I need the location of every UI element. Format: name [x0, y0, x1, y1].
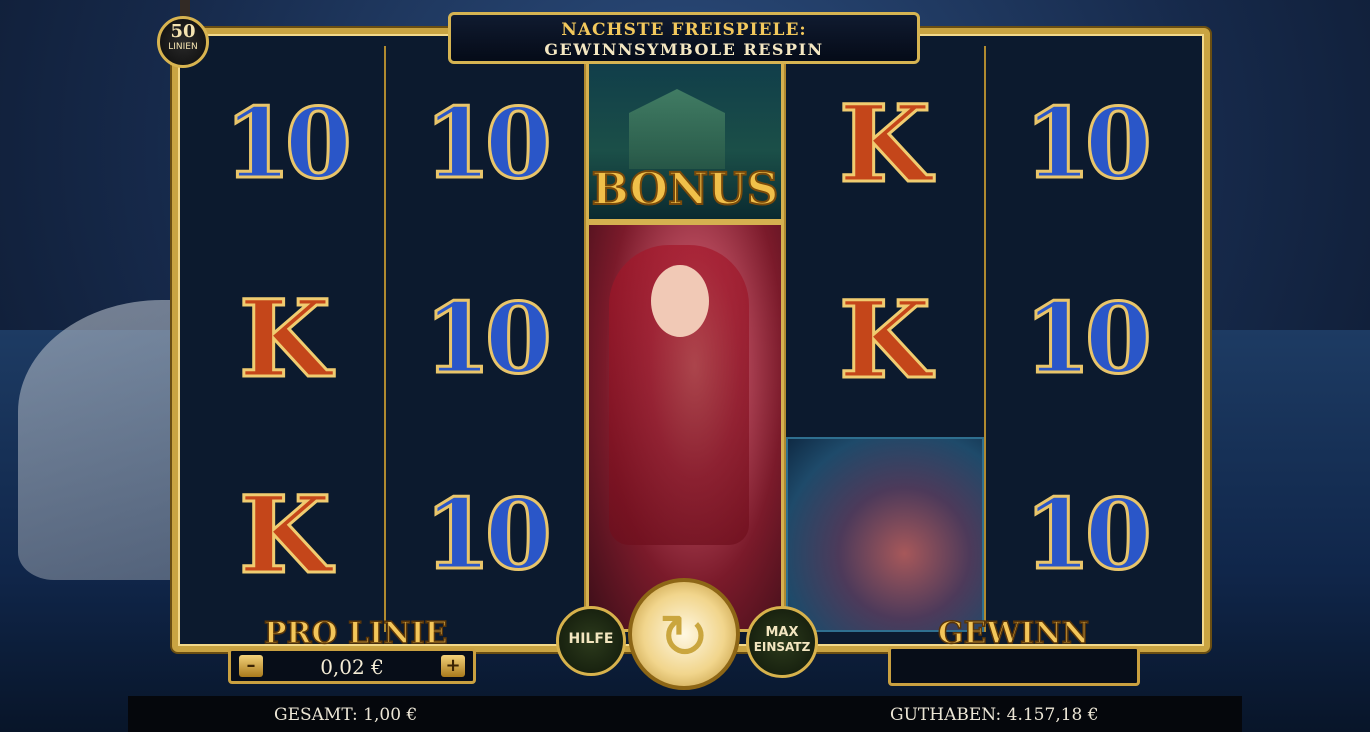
banner-subtitle: GEWINNSYMBOLE RESPIN	[544, 40, 824, 59]
lines-count: 50	[170, 21, 196, 42]
win-amount-box	[888, 646, 1140, 686]
spin-icon: ↻	[658, 600, 710, 673]
reel-4: K K	[786, 46, 986, 632]
spin-button[interactable]: ↻	[628, 578, 740, 690]
reel-3: BONUS	[586, 46, 786, 632]
pro-linie-label: PRO LINIE	[263, 615, 448, 652]
reel-1: 10 K K	[186, 46, 386, 632]
symbol-10: 10	[423, 476, 554, 592]
symbol-cell: 10	[386, 241, 584, 436]
help-label: HILFE	[568, 631, 614, 647]
bonus-symbol: BONUS	[586, 46, 784, 222]
bonus-label: BONUS	[591, 163, 780, 216]
reel-5: 10 10 10	[986, 46, 1184, 632]
symbol-cell: 10	[186, 46, 384, 241]
bet-per-line-value: 0,02 €	[320, 655, 384, 679]
symbol-10: 10	[1023, 476, 1154, 592]
mermaid-wild-symbol	[586, 222, 784, 632]
symbol-cell: K	[186, 437, 384, 632]
lines-badge: 50 LINIEN	[157, 16, 209, 68]
free-spins-banner: NACHSTE FREISPIELE: GEWINNSYMBOLE RESPIN	[448, 12, 920, 64]
symbol-k: K	[237, 275, 332, 403]
symbol-10: 10	[1023, 86, 1154, 202]
symbol-k: K	[837, 80, 932, 208]
bet-increase-button[interactable]: +	[441, 655, 465, 677]
symbol-cell: 10	[986, 46, 1184, 241]
total-bet: GESAMT: 1,00 €	[274, 705, 418, 725]
symbol-cell: 10	[986, 437, 1184, 632]
symbol-cell: 10	[986, 241, 1184, 436]
symbol-cell: K	[786, 46, 984, 242]
symbol-10: 10	[223, 86, 354, 202]
mermaid-face	[651, 265, 709, 337]
symbol-cell: 10	[386, 437, 584, 632]
balance: GUTHABEN: 4.157,18 €	[890, 705, 1099, 725]
help-button[interactable]: HILFE	[556, 606, 626, 676]
symbol-k: K	[837, 275, 932, 403]
symbol-k: K	[237, 470, 332, 598]
symbol-10: 10	[1023, 281, 1154, 397]
bet-per-line-box: – 0,02 € +	[228, 648, 476, 684]
symbol-10: 10	[423, 281, 554, 397]
bet-decrease-button[interactable]: –	[239, 655, 263, 677]
max-bet-line2: EINSATZ	[753, 640, 811, 654]
temple-image	[629, 89, 725, 169]
kraken-symbol	[786, 437, 984, 632]
reel-2: 10 10 10	[386, 46, 586, 632]
symbol-cell: K	[186, 241, 384, 436]
banner-title: NACHSTE FREISPIELE:	[561, 20, 807, 40]
lines-label: LINIEN	[168, 42, 198, 52]
reel-grid: 10 K K 10 10 10 BONUS K K 10 10 10	[186, 46, 1184, 632]
symbol-cell: 10	[386, 46, 584, 241]
max-bet-line1: MAX	[765, 625, 799, 640]
symbol-10: 10	[423, 86, 554, 202]
symbol-cell: K	[786, 242, 984, 438]
max-bet-button[interactable]: MAX EINSATZ	[746, 606, 818, 678]
status-bar: GESAMT: 1,00 € GUTHABEN: 4.157,18 €	[128, 696, 1242, 732]
